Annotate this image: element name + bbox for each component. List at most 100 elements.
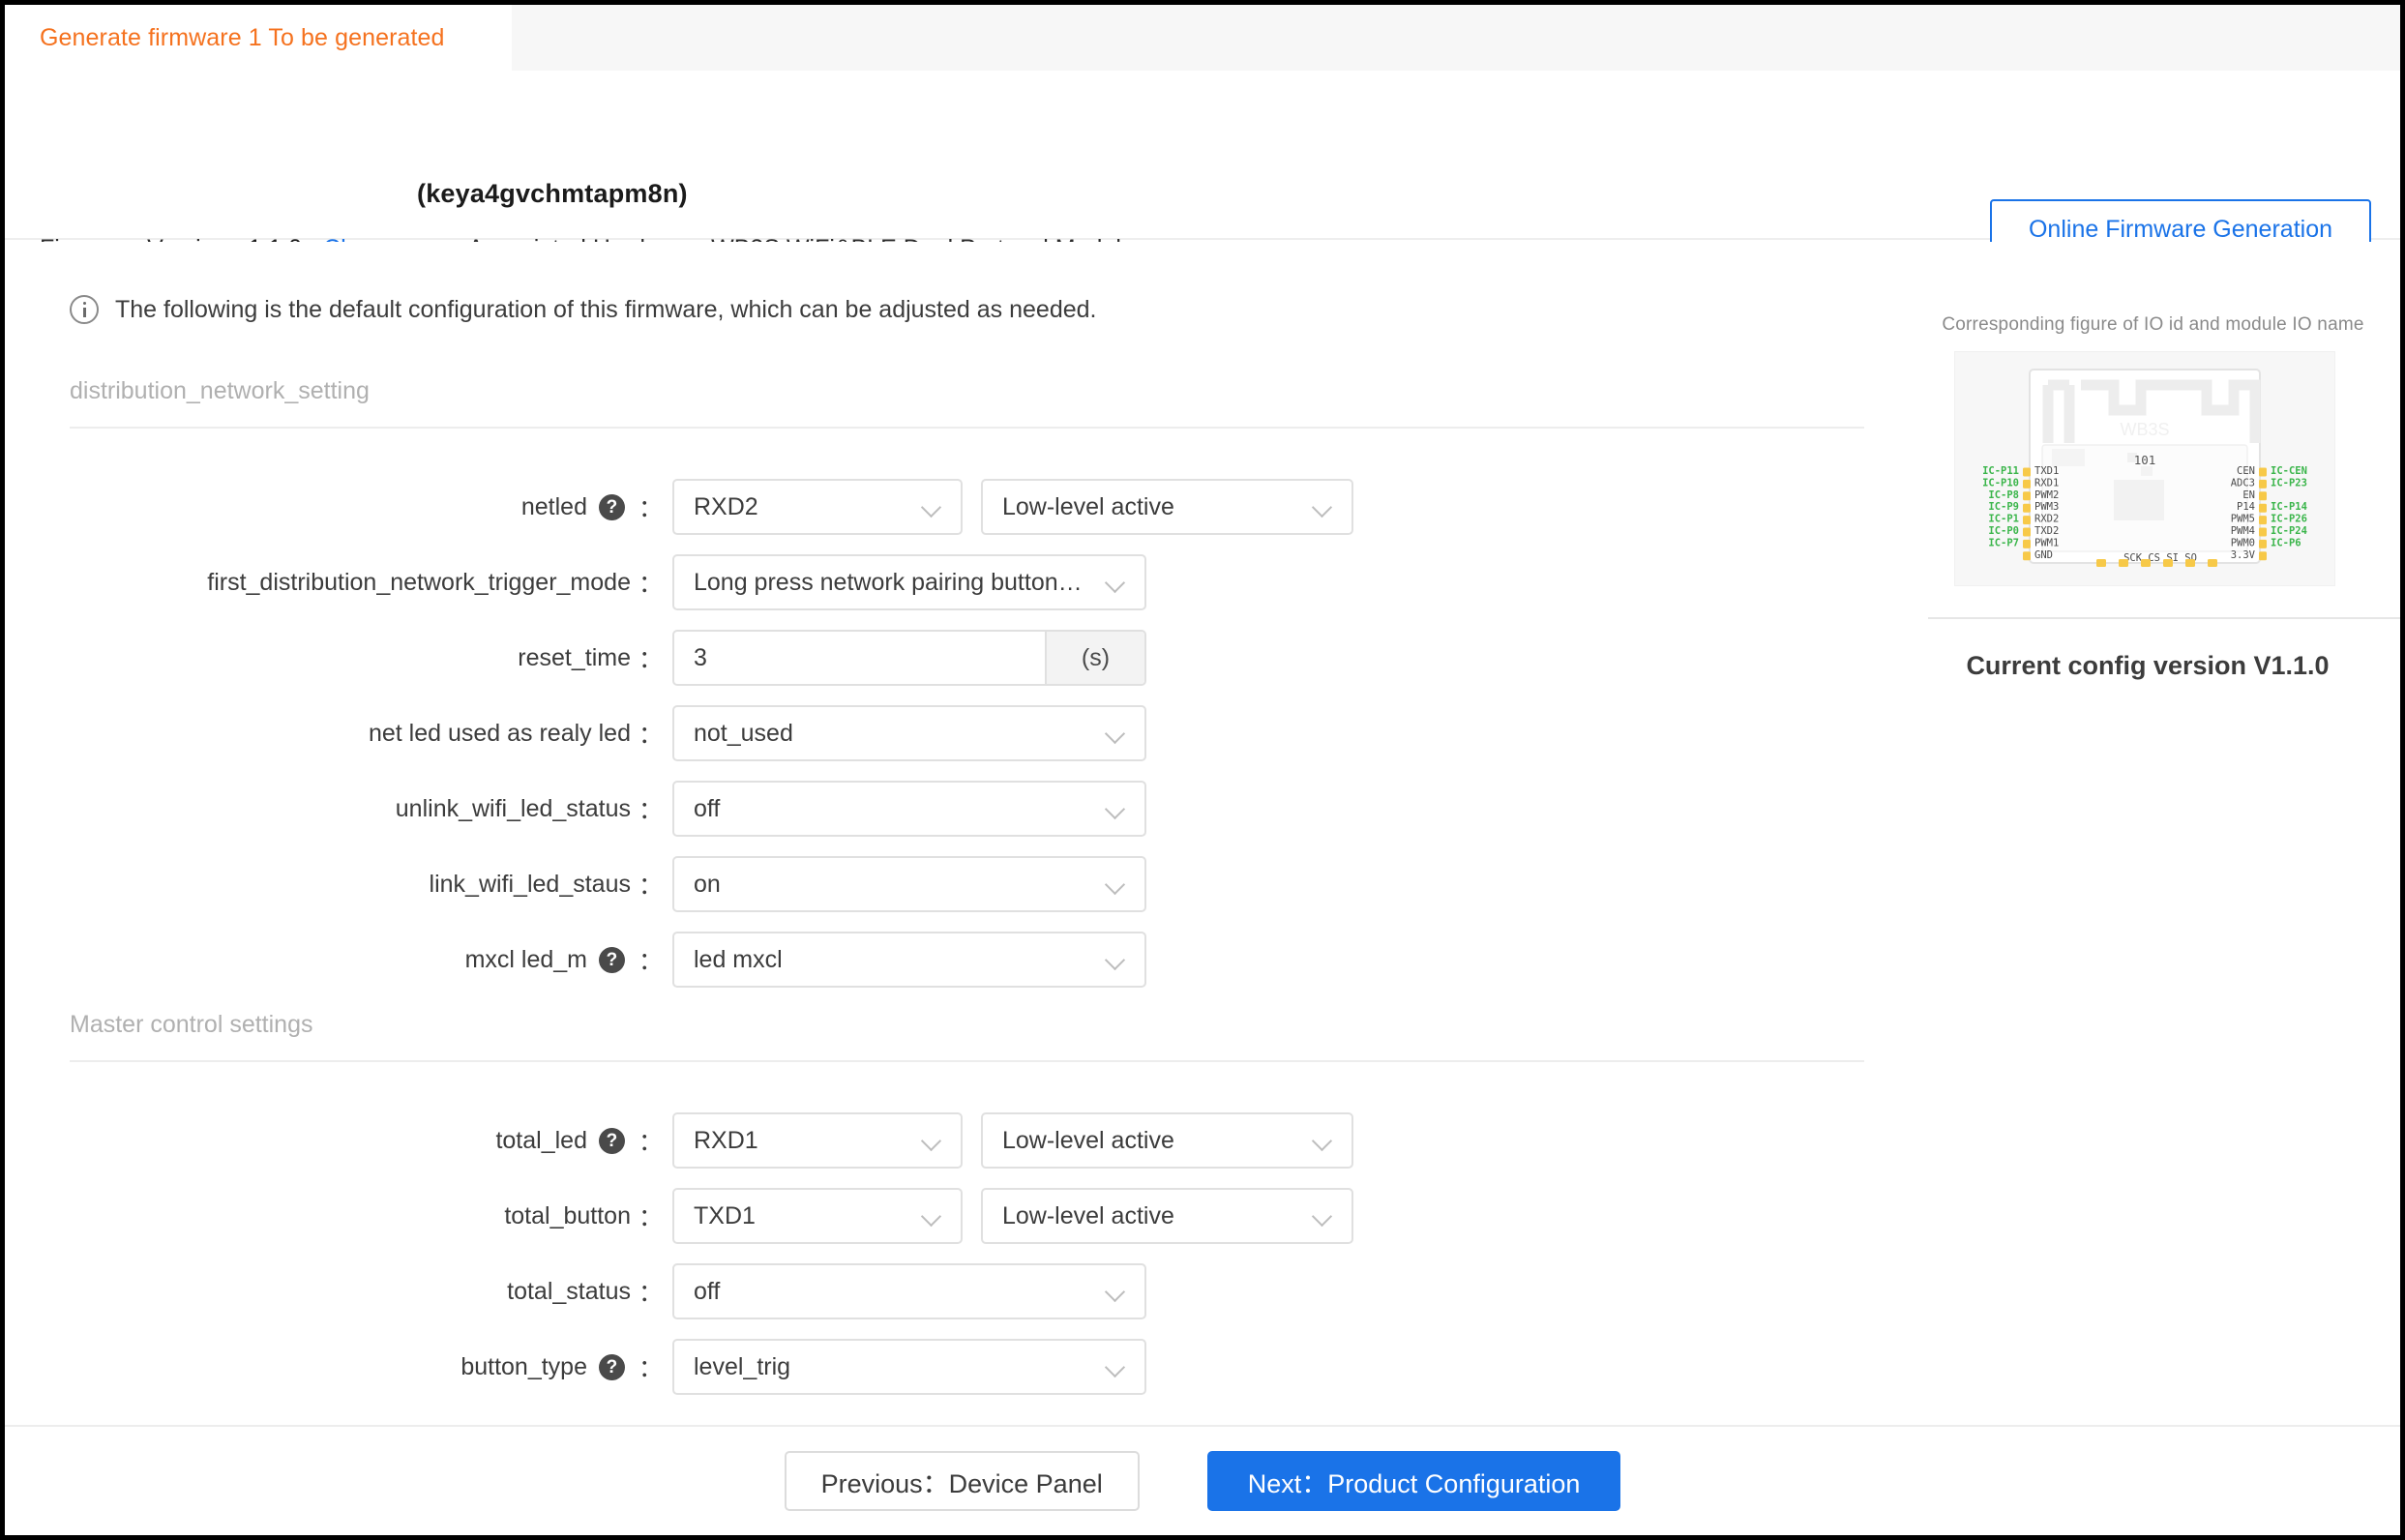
chevron-down-icon [1313, 1130, 1334, 1151]
number-input-reset-time[interactable]: (s) [672, 630, 1146, 686]
pin-pad-left [2023, 516, 2031, 525]
select-netled-2[interactable]: Low-level active [981, 479, 1353, 535]
form-row: link_wifi_led_staus ： on [5, 846, 1862, 922]
select-total-button[interactable]: TXD1 [672, 1188, 963, 1244]
section-title-distribution-network-setting: distribution_network_setting [70, 377, 1864, 429]
field-controls: led mxcl [672, 932, 1146, 988]
form-row: button_type? ： level_trig [5, 1329, 1862, 1405]
tab-label: Generate firmware 1 To be generated [40, 23, 445, 51]
chevron-down-icon [1106, 1281, 1127, 1302]
next-button[interactable]: Next：Product Configuration [1206, 1451, 1621, 1511]
pin-name-right: PWM5 [2231, 514, 2255, 525]
product-code: (keya4gvchmtapm8n) [417, 179, 688, 208]
number-input-field[interactable] [674, 632, 1045, 684]
pin-pad-left [2023, 491, 2031, 501]
chevron-down-icon [1313, 496, 1334, 518]
select-netled[interactable]: RXD2 [672, 479, 963, 535]
pin-io-id-right: IC-P26 [2271, 514, 2307, 525]
pin-pad-right [2259, 551, 2267, 561]
pin-name-left: TXD1 [2034, 465, 2059, 477]
pin-pad-left [2023, 527, 2031, 537]
field-label-total-led: total_led? ： [5, 1123, 672, 1158]
pin-pad-left [2023, 551, 2031, 561]
pin-pad-bottom [2096, 559, 2106, 567]
previous-button[interactable]: Previous：Device Panel [784, 1451, 1140, 1511]
label-colon: ： [638, 722, 663, 749]
select-value: Long press network pairing button to ent… [694, 568, 1106, 596]
help-question-icon[interactable]: ? [598, 1127, 625, 1154]
select-first-distribution-network-trigger-mode[interactable]: Long press network pairing button to ent… [672, 554, 1146, 610]
form-row: net led used as realy led ： not_used [5, 696, 1862, 771]
field-label-link-wifi-led-staus: link_wifi_led_staus ： [5, 867, 672, 902]
figure-caption: Corresponding figure of IO id and module… [1942, 314, 2364, 335]
select-value: led mxcl [694, 945, 783, 973]
field-label-text: link_wifi_led_staus [429, 870, 631, 898]
help-question-icon[interactable]: ? [598, 493, 625, 520]
module-pinout-figure: WB3S 101 TXD1 IC-P11 RXD1 IC-P10 PWM2 IC-P8 PWM3… [1954, 351, 2335, 586]
form-row: reset_time ： (s) [5, 620, 1862, 696]
select-total-led-2[interactable]: Low-level active [981, 1112, 1353, 1169]
pin-io-id-left: IC-P9 [1988, 501, 2019, 513]
select-unlink-wifi-led-status[interactable]: off [672, 781, 1146, 837]
pin-pad-left [2023, 467, 2031, 477]
section-fields-distribution-network-setting: netled? ： RXD2 Low-level active first_distri… [5, 469, 1862, 997]
chevron-down-icon [1313, 1205, 1334, 1227]
field-label-text: first_distribution_network_trigger_mode [207, 568, 631, 596]
select-value: Low-level active [1002, 1201, 1174, 1229]
select-total-led[interactable]: RXD1 [672, 1112, 963, 1169]
form-row: total_button ： TXD1 Low-level active [5, 1178, 1862, 1254]
pin-io-id-right: IC-P24 [2271, 525, 2307, 537]
select-button-type[interactable]: level_trig [672, 1339, 1146, 1395]
pin-pad-right [2259, 479, 2267, 489]
chevron-down-icon [1106, 798, 1127, 819]
select-total-status[interactable]: off [672, 1263, 1146, 1319]
info-circle-icon [70, 295, 99, 324]
field-label-text: total_status [507, 1277, 631, 1305]
pin-pad-left [2023, 539, 2031, 548]
field-label-total-status: total_status ： [5, 1274, 672, 1309]
help-question-icon[interactable]: ? [598, 946, 625, 973]
field-controls: RXD2 Low-level active [672, 479, 1353, 535]
select-link-wifi-led-staus[interactable]: on [672, 856, 1146, 912]
select-value: Low-level active [1002, 1126, 1174, 1154]
pin-name-right: PWM4 [2231, 525, 2255, 537]
help-question-icon[interactable]: ? [598, 1353, 625, 1380]
select-mxcl-led-m[interactable]: led mxcl [672, 932, 1146, 988]
field-controls: off [672, 1263, 1146, 1319]
field-controls: RXD1 Low-level active [672, 1112, 1353, 1169]
field-label-text: mxcl led_m [464, 945, 587, 973]
pin-pad-right [2259, 539, 2267, 548]
panel-divider [1928, 617, 2400, 619]
field-label-text: total_led [495, 1126, 587, 1154]
chevron-down-icon [1106, 572, 1127, 593]
select-value: level_trig [694, 1352, 791, 1380]
chevron-down-icon [922, 1205, 943, 1227]
pin-name-left: GND [2034, 549, 2053, 561]
pin-name-right: PWM0 [2231, 537, 2255, 548]
module-name-watermark: WB3S [2120, 420, 2169, 439]
pin-io-id-left: IC-P11 [1982, 465, 2019, 477]
io-reference-panel: Corresponding figure of IO id and module… [1906, 242, 2400, 1425]
field-controls: level_trig [672, 1339, 1146, 1395]
wizard-footer: Previous：Device Panel Next：Product Confi… [5, 1425, 2400, 1535]
pin-name-left: PWM1 [2034, 537, 2059, 548]
select-total-button-2[interactable]: Low-level active [981, 1188, 1353, 1244]
field-controls: not_used [672, 705, 1146, 761]
form-row: first_distribution_network_trigger_mode ：… [5, 545, 1862, 620]
chevron-down-icon [1106, 1356, 1127, 1377]
field-label-net-led-used-as-realy-led: net led used as realy led ： [5, 716, 672, 751]
label-colon: ： [638, 1204, 663, 1231]
label-colon: ： [638, 495, 663, 522]
component-watermark-3 [2141, 466, 2153, 476]
pin-pad-right [2259, 491, 2267, 501]
pin-io-id-right: IC-P14 [2271, 501, 2307, 513]
field-label-unlink-wifi-led-status: unlink_wifi_led_status ： [5, 791, 672, 826]
pin-pad-right [2259, 527, 2267, 537]
pin-io-id-right: IC-P6 [2271, 537, 2301, 548]
pin-name-left: TXD2 [2034, 525, 2059, 537]
tab-generate-firmware[interactable]: Generate firmware 1 To be generated [5, 5, 512, 71]
select-value: not_used [694, 719, 793, 747]
app-window: Generate firmware 1 To be generated (key… [5, 5, 2400, 1535]
pinout-diagram-svg: WB3S 101 TXD1 IC-P11 RXD1 IC-P10 PWM2 IC-P8 PWM3… [1982, 369, 2307, 567]
select-net-led-used-as-realy-led[interactable]: not_used [672, 705, 1146, 761]
